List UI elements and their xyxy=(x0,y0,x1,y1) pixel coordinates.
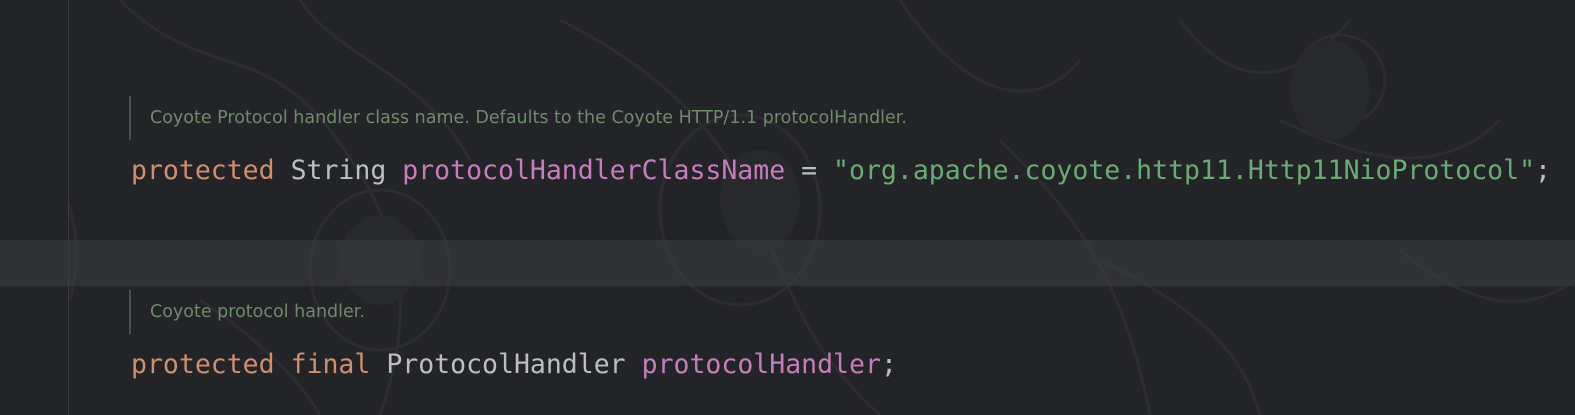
doc-comment[interactable]: Coyote Protocol handler class name. Defa… xyxy=(129,96,907,140)
editor-gutter[interactable] xyxy=(0,0,68,415)
field-name: protocolHandlerClassName xyxy=(402,155,786,186)
keyword-final: final xyxy=(290,349,371,380)
field-name: protocolHandler xyxy=(641,349,881,380)
semicolon: ; xyxy=(1535,155,1552,186)
semicolon: ; xyxy=(880,349,897,380)
current-line-highlight xyxy=(0,240,1575,286)
assign-operator: = xyxy=(785,155,834,186)
code-line[interactable]: protected final ProtocolHandler protocol… xyxy=(131,345,897,385)
keyword-modifier: protected xyxy=(131,349,275,380)
string-literal: "org.apache.coyote.http11.Http11NioProto… xyxy=(833,155,1536,186)
type-name: ProtocolHandler xyxy=(386,349,626,380)
code-editor[interactable]: Coyote Protocol handler class name. Defa… xyxy=(0,0,1575,415)
gutter-divider xyxy=(68,0,69,415)
code-line[interactable]: protected String protocolHandlerClassNam… xyxy=(131,151,1551,191)
doc-comment-text: Coyote Protocol handler class name. Defa… xyxy=(150,108,907,128)
type-name: String xyxy=(290,155,387,186)
doc-comment-text: Coyote protocol handler. xyxy=(150,302,365,322)
keyword-modifier: protected xyxy=(131,155,275,186)
doc-comment[interactable]: Coyote protocol handler. xyxy=(129,290,365,334)
